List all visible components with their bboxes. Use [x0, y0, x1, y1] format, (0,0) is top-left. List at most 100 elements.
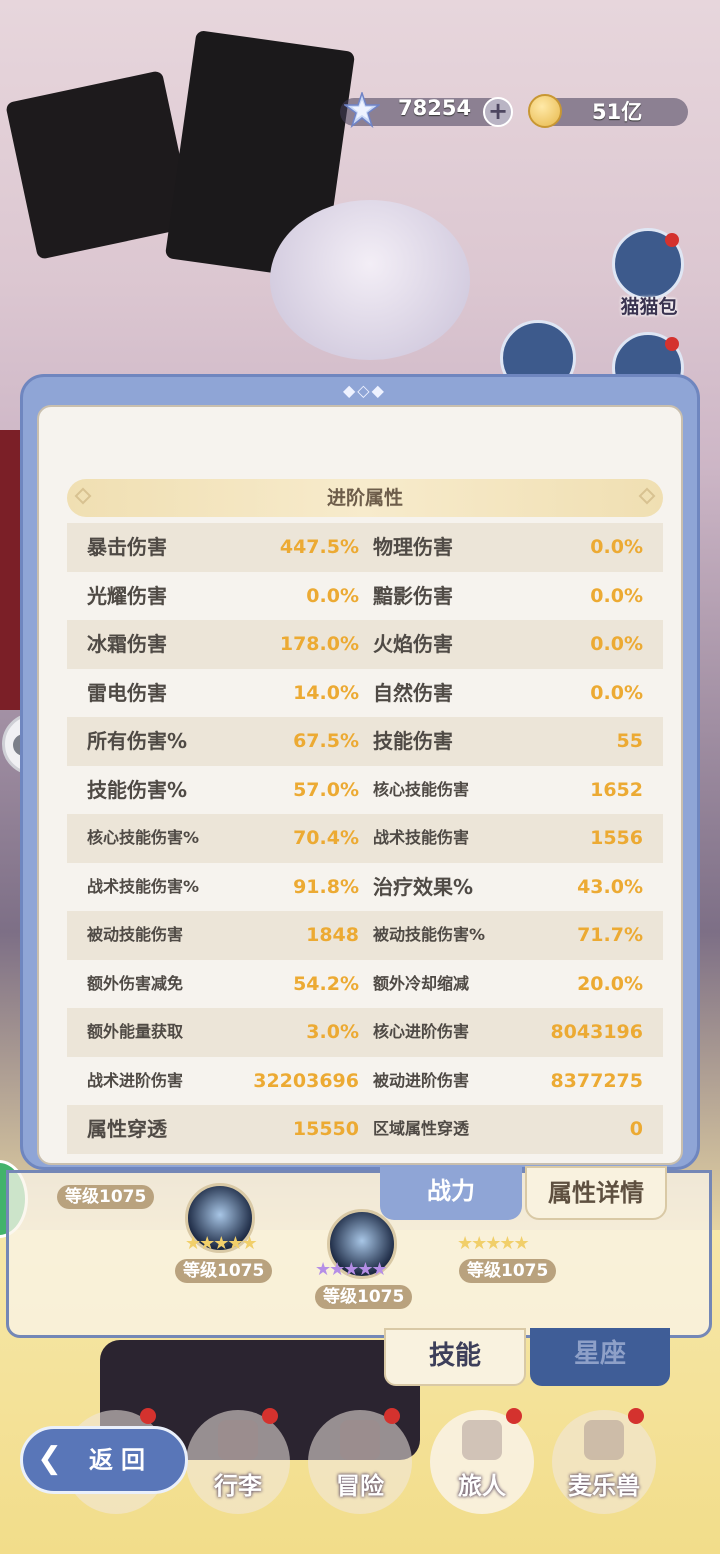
attribute-panel-body: 进阶属性 暴击伤害 447.5% 物理伤害 0.0% 光耀伤害 0.0% 黯影伤… — [37, 405, 683, 1165]
attribute-row: 战术技能伤害% 91.8% 治疗效果% 43.0% — [67, 863, 663, 912]
attribute-row: 属性穿透 15550 区域属性穿透 0 — [67, 1105, 663, 1154]
attribute-value: 57.0% — [293, 778, 359, 801]
skill-level-badge: 等级1075 — [459, 1259, 557, 1283]
tab-constellation[interactable]: 星座 — [530, 1328, 670, 1386]
tab-power[interactable]: 战力 — [380, 1166, 522, 1220]
currency-bar: 78254 + 51亿 — [340, 92, 688, 130]
notification-dot — [628, 1408, 644, 1424]
crossed-swords-icon — [340, 1420, 380, 1460]
panel-ornament-icon: ◆◇◆ — [343, 381, 386, 400]
attribute-row: 核心技能伤害% 70.4% 战术技能伤害 1556 — [67, 814, 663, 863]
notification-dot — [665, 337, 679, 351]
attribute-value: 447.5% — [279, 536, 359, 558]
section-header: 进阶属性 — [67, 479, 663, 517]
attribute-value: 20.0% — [577, 972, 643, 995]
attribute-row: 暴击伤害 447.5% 物理伤害 0.0% — [67, 523, 663, 572]
nav-label: 行李 — [214, 1472, 262, 1500]
attribute-panel: ◆◇◆ 进阶属性 暴击伤害 447.5% 物理伤害 0.0% 光耀伤害 0.0%… — [20, 374, 700, 1170]
attribute-value: 55 — [616, 730, 643, 752]
attribute-value: 0.0% — [590, 584, 643, 607]
skill-stars-icon: ★★★★★ — [457, 1233, 530, 1254]
notification-dot — [140, 1408, 156, 1424]
attribute-label: 额外能量获取 — [87, 1022, 184, 1041]
tab-skill[interactable]: 技能 — [384, 1328, 526, 1386]
attribute-value: 70.4% — [293, 827, 359, 849]
cat-bag-button[interactable] — [612, 228, 684, 300]
add-gems-plus-icon[interactable]: + — [483, 97, 513, 127]
attribute-value: 1652 — [590, 778, 643, 801]
skill-level-badge: 等级1075 — [175, 1259, 273, 1283]
attribute-row: 光耀伤害 0.0% 黯影伤害 0.0% — [67, 572, 663, 621]
attribute-label: 核心技能伤害% — [87, 828, 200, 847]
attribute-label: 自然伤害 — [373, 680, 453, 705]
attribute-label: 战术技能伤害% — [87, 876, 200, 896]
attribute-value: 0.0% — [590, 633, 643, 655]
nav-label: 旅人 — [458, 1472, 506, 1500]
attribute-label: 区域属性穿透 — [373, 1119, 470, 1138]
gem-count: 78254 — [398, 96, 472, 120]
attribute-row: 雷电伤害 14.0% 自然伤害 0.0% — [67, 669, 663, 718]
attribute-label: 黯影伤害 — [373, 583, 453, 608]
background-character-head — [270, 200, 470, 360]
attribute-value: 3.0% — [306, 1021, 359, 1043]
notification-dot — [262, 1408, 278, 1424]
attribute-value: 0.0% — [306, 584, 359, 607]
attribute-value: 178.0% — [279, 633, 359, 655]
tab-attribute-detail[interactable]: 属性详情 — [525, 1166, 667, 1220]
attribute-label: 技能伤害% — [87, 777, 188, 802]
skill-stars-icon: ★★★★★ — [185, 1233, 258, 1254]
nav-item-pet[interactable]: 麦乐兽 — [552, 1408, 656, 1514]
attribute-label: 被动技能伤害 — [87, 925, 184, 944]
luggage-icon — [218, 1420, 258, 1460]
section-title: 进阶属性 — [326, 487, 403, 509]
attribute-label: 冰霜伤害 — [87, 632, 167, 656]
attribute-label: 物理伤害 — [373, 535, 453, 559]
attribute-row: 被动技能伤害 1848 被动技能伤害% 71.7% — [67, 911, 663, 960]
background-shape — [5, 70, 195, 260]
attribute-label: 被动技能伤害% — [373, 925, 486, 944]
nav-item-luggage[interactable]: 行李 — [186, 1408, 290, 1514]
attribute-value: 0.0% — [590, 536, 643, 558]
attribute-label: 光耀伤害 — [87, 583, 167, 608]
attribute-value: 43.0% — [577, 875, 643, 898]
attribute-label: 火焰伤害 — [373, 632, 453, 656]
notification-dot — [506, 1408, 522, 1424]
attribute-value: 67.5% — [293, 730, 359, 752]
attribute-value: 8377275 — [550, 1069, 643, 1092]
skill-stars-icon: ★★★★★ — [315, 1259, 388, 1280]
gold-coin-icon — [528, 94, 562, 128]
attribute-value: 91.8% — [293, 875, 359, 898]
notification-dot — [665, 233, 679, 247]
attribute-row: 所有伤害% 67.5% 技能伤害 55 — [67, 717, 663, 766]
attribute-label: 暴击伤害 — [87, 535, 167, 559]
attribute-label: 治疗效果% — [373, 874, 474, 899]
attribute-label: 核心进阶伤害 — [373, 1022, 470, 1041]
attribute-value: 71.7% — [577, 924, 643, 946]
attribute-value: 1556 — [590, 827, 643, 849]
attribute-label: 额外冷却缩减 — [373, 973, 470, 993]
skill-level-badge: 等级1075 — [315, 1285, 413, 1309]
attribute-row: 战术进阶伤害 32203696 被动进阶伤害 8377275 — [67, 1057, 663, 1106]
attribute-label: 雷电伤害 — [87, 680, 167, 705]
nav-label: 麦乐兽 — [568, 1472, 640, 1500]
attribute-value: 15550 — [292, 1118, 359, 1140]
notification-dot — [384, 1408, 400, 1424]
cat-bag-label: 猫猫包 — [620, 296, 678, 318]
attribute-row: 额外能量获取 3.0% 核心进阶伤害 8043196 — [67, 1008, 663, 1057]
nav-item-adventure[interactable]: 冒险 — [308, 1408, 412, 1514]
back-button[interactable]: ❮ 返回 — [20, 1426, 188, 1494]
nav-item-traveler[interactable]: 旅人 — [430, 1408, 534, 1514]
attribute-value: 1848 — [306, 924, 359, 946]
attribute-value: 8043196 — [550, 1021, 643, 1043]
attribute-label: 所有伤害% — [87, 729, 188, 753]
attribute-label: 属性穿透 — [87, 1117, 167, 1141]
attribute-label: 被动进阶伤害 — [373, 1070, 470, 1090]
attribute-value: 0 — [629, 1118, 643, 1140]
attribute-table: 暴击伤害 447.5% 物理伤害 0.0% 光耀伤害 0.0% 黯影伤害 0.0… — [67, 523, 663, 1154]
attribute-row: 技能伤害% 57.0% 核心技能伤害 1652 — [67, 766, 663, 815]
attribute-value: 14.0% — [293, 681, 359, 704]
attribute-value: 54.2% — [293, 972, 359, 995]
pet-cat-icon — [584, 1420, 624, 1460]
attribute-label: 额外伤害减免 — [87, 973, 184, 993]
traveler-portrait-icon — [462, 1420, 502, 1460]
